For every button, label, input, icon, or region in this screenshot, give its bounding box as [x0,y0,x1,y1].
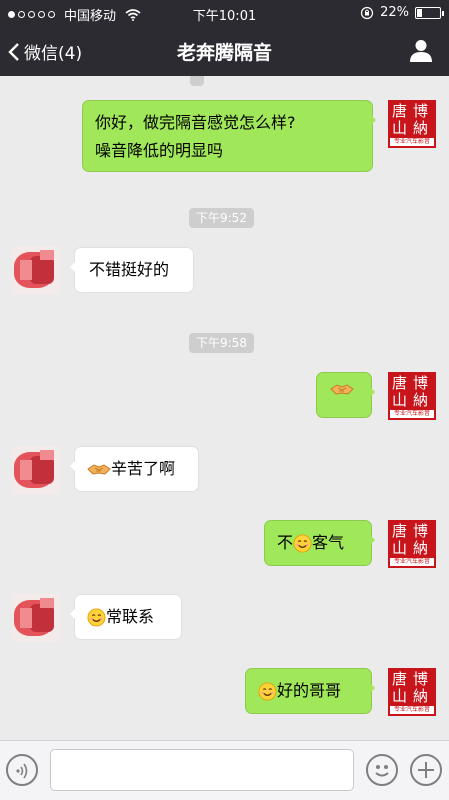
avatar-strip: 专业汽车影音 [390,138,434,146]
avatar-strip: 专业汽车影音 [390,706,434,714]
time-badge-partial [190,76,204,86]
battery-icon [415,6,444,19]
message-text: 常联系 [106,607,155,626]
voice-button[interactable] [6,754,38,786]
input-bar [0,740,449,800]
battery-percent: 22% [380,5,409,20]
time-badge: 下午9:52 [189,208,254,228]
handshake-emoji [330,381,354,397]
contact-avatar[interactable] [12,594,60,642]
message-bubble-outgoing[interactable]: 你好，做完隔音感觉怎么样? 噪音降低的明显吗 [82,100,376,172]
message-bubble-incoming[interactable]: 辛苦了啊 [70,446,199,492]
contact-avatar[interactable] [12,246,60,294]
contact-avatar[interactable] [12,446,60,494]
message-bubble-outgoing[interactable] [316,372,375,418]
nav-bar: 微信(4) 老奔腾隔音 [0,26,449,76]
chat-area[interactable]: 你好，做完隔音感觉怎么样? 噪音降低的明显吗 唐 博 山 納 专业汽车影音 下午… [0,76,449,740]
rotation-lock-icon [360,6,374,19]
smile-emoji [293,534,312,553]
handshake-emoji [87,461,111,477]
message-line: 你好，做完隔音感觉怎么样? [95,113,296,132]
message-bubble-outgoing[interactable]: 不 客气 [264,520,375,566]
shop-avatar[interactable]: 唐 博 山 納 专业汽车影音 [388,372,436,420]
message-bubble-outgoing[interactable]: 好的哥哥 [245,668,375,714]
smile-emoji [258,682,277,701]
wifi-icon [125,8,141,21]
message-input[interactable] [50,749,354,791]
plus-button[interactable] [410,754,442,786]
shop-avatar[interactable]: 唐 博 山 納 专业汽车影音 [388,100,436,148]
message-text: 不错挺好的 [89,260,170,279]
voice-icon [16,763,28,779]
smile-emoji [87,608,106,627]
message-text: 客气 [312,533,345,552]
person-icon[interactable] [409,38,433,62]
status-right: 22% [360,5,444,20]
emoji-icon [375,765,389,777]
carrier-label: 中国移动 [64,9,117,24]
shop-avatar[interactable]: 唐 博 山 納 专业汽车影音 [388,520,436,568]
chat-title: 老奔腾隔音 [176,42,272,64]
avatar-strip: 专业汽车影音 [390,410,434,418]
status-left: 中国移动 [8,5,141,24]
avatar-strip: 专业汽车影音 [390,558,434,566]
message-line: 噪音降低的明显吗 [95,141,224,160]
signal-dots-icon [8,11,55,18]
status-bar: 中国移动 下午10:01 22% [0,0,449,26]
message-bubble-incoming[interactable]: 不错挺好的 [70,247,194,293]
emoji-button[interactable] [366,754,398,786]
message-bubble-incoming[interactable]: 常联系 [70,594,182,640]
message-text: 辛苦了啊 [111,459,176,478]
time-badge: 下午9:58 [189,333,254,353]
message-text: 不 [277,533,294,552]
message-text: 好的哥哥 [277,681,342,700]
shop-avatar[interactable]: 唐 博 山 納 专业汽车影音 [388,668,436,716]
